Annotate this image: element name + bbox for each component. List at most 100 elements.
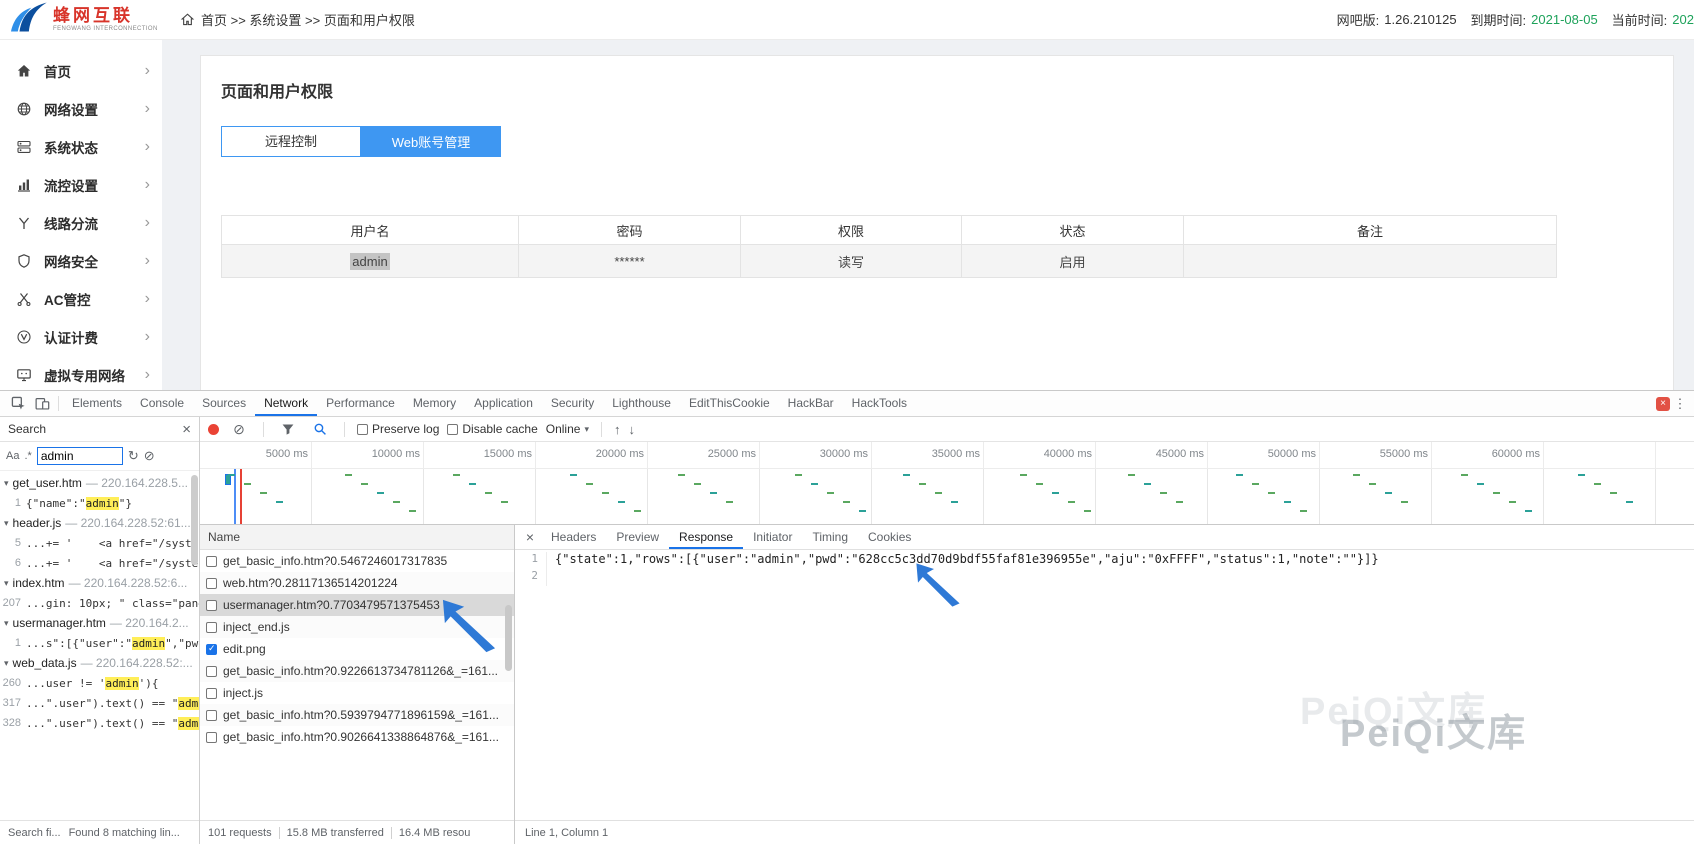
home-icon[interactable]: [180, 12, 195, 27]
sidebar-item-system-status[interactable]: 系统状态›: [0, 128, 162, 166]
response-tab-preview[interactable]: Preview: [606, 525, 669, 549]
search-result-file[interactable]: ▾web_data.js— 220.164.228.52:...: [0, 653, 199, 673]
search-match-line[interactable]: 260...user != 'admin'){: [0, 673, 199, 693]
response-tab-timing[interactable]: Timing: [802, 525, 858, 549]
export-har-icon[interactable]: ↓: [628, 422, 635, 437]
response-tab-initiator[interactable]: Initiator: [743, 525, 802, 549]
logo[interactable]: 蜂网互联 FENGWANG INTERCONNECTION: [0, 0, 168, 39]
response-tab-cookies[interactable]: Cookies: [858, 525, 921, 549]
filter-icon[interactable]: [276, 422, 300, 436]
response-body[interactable]: 1{"state":1,"rows":[{"user":"admin","pwd…: [515, 550, 1694, 820]
search-match-line[interactable]: 317...".user").text() == "admin...: [0, 693, 199, 713]
request-row[interactable]: inject.js: [200, 682, 514, 704]
globe-icon: [16, 101, 34, 118]
inspect-icon[interactable]: [6, 396, 30, 411]
device-toolbar-icon[interactable]: [30, 396, 54, 411]
sidebar-item-auth-billing[interactable]: 认证计费›: [0, 318, 162, 356]
request-row[interactable]: get_basic_info.htm?0.5939794771896159&_=…: [200, 704, 514, 726]
sidebar-item-network-security[interactable]: 网络安全›: [0, 242, 162, 280]
expander-icon: ▾: [4, 518, 9, 529]
request-tick: [1128, 474, 1135, 476]
request-tick: [1369, 483, 1376, 485]
error-badge[interactable]: ×: [1656, 397, 1670, 411]
tab-remote-control[interactable]: 远程控制: [221, 126, 361, 157]
devtools-tab-security[interactable]: Security: [542, 391, 603, 416]
devtools-tab-memory[interactable]: Memory: [404, 391, 465, 416]
search-result-file[interactable]: ▾usermanager.htm— 220.164.2...: [0, 613, 199, 633]
clear-search-icon[interactable]: ⊘: [144, 448, 155, 464]
match-case-toggle[interactable]: Aa: [6, 450, 19, 462]
request-row[interactable]: get_basic_info.htm?0.5467246017317835: [200, 550, 514, 572]
split-icon: [16, 215, 34, 232]
request-checkbox[interactable]: [206, 600, 217, 611]
record-button[interactable]: [208, 424, 219, 435]
regex-toggle[interactable]: .*: [24, 450, 31, 462]
devtools-tab-performance[interactable]: Performance: [317, 391, 404, 416]
devtools-tab-network[interactable]: Network: [255, 391, 317, 416]
devtools-tab-hacktools[interactable]: HackTools: [843, 391, 916, 416]
response-tab-headers[interactable]: Headers: [541, 525, 606, 549]
throttling-select[interactable]: Online ▾: [546, 422, 589, 436]
close-icon[interactable]: ×: [519, 529, 541, 545]
search-match-line[interactable]: 5...+= ' <a href="/syste...: [0, 533, 199, 553]
scrollbar[interactable]: [505, 605, 512, 671]
request-row[interactable]: web.htm?0.28117136514201224: [200, 572, 514, 594]
sidebar-item-ac-control[interactable]: AC管控›: [0, 280, 162, 318]
network-panel: ⊘ Preserve log Disable ca: [200, 417, 1694, 844]
table-row[interactable]: admin******读写启用: [222, 245, 1557, 278]
request-checkbox[interactable]: [206, 732, 217, 743]
clear-network-log-icon[interactable]: ⊘: [227, 421, 251, 438]
checkbox-icon: [357, 424, 368, 435]
devtools-menu-icon[interactable]: ⋮: [1670, 396, 1690, 412]
request-checkbox[interactable]: [206, 688, 217, 699]
preserve-log-checkbox[interactable]: Preserve log: [357, 422, 439, 436]
devtools-tab-lighthouse[interactable]: Lighthouse: [603, 391, 680, 416]
devtools-tab-console[interactable]: Console: [131, 391, 193, 416]
search-match-line[interactable]: 6...+= ' <a href="/syste...: [0, 553, 199, 573]
devtools-tab-application[interactable]: Application: [465, 391, 542, 416]
sidebar-item-network-settings[interactable]: 网络设置›: [0, 90, 162, 128]
search-result-file[interactable]: ▾header.js— 220.164.228.52:61...: [0, 513, 199, 533]
request-row[interactable]: get_basic_info.htm?0.9026641338864876&_=…: [200, 726, 514, 748]
response-tab-response[interactable]: Response: [669, 525, 743, 549]
devtools-tab-sources[interactable]: Sources: [193, 391, 255, 416]
request-checkbox[interactable]: [206, 578, 217, 589]
devtools-tab-hackbar[interactable]: HackBar: [779, 391, 843, 416]
user-table: 用户名密码权限状态备注 admin******读写启用: [221, 215, 1557, 278]
request-row[interactable]: get_basic_info.htm?0.9226613734781126&_=…: [200, 660, 514, 682]
disable-cache-checkbox[interactable]: Disable cache: [447, 422, 537, 436]
search-result-file[interactable]: ▾get_user.htm— 220.164.228.5...: [0, 473, 199, 493]
devtools-tab-elements[interactable]: Elements: [63, 391, 131, 416]
scrollbar[interactable]: [191, 475, 198, 565]
search-match-line[interactable]: 1...s":[{"user":"admin","pwd":"...: [0, 633, 199, 653]
table-cell: [1184, 245, 1557, 278]
search-input[interactable]: [37, 447, 123, 465]
close-icon[interactable]: ×: [182, 421, 191, 438]
import-har-icon[interactable]: ↑: [614, 422, 621, 437]
line-number: 207: [0, 597, 26, 609]
network-summary: 101 requests15.8 MB transferred16.4 MB r…: [200, 820, 514, 844]
sidebar-item-line-routing[interactable]: 线路分流›: [0, 204, 162, 242]
sidebar-item-flow-control[interactable]: 流控设置›: [0, 166, 162, 204]
request-checkbox[interactable]: [206, 666, 217, 677]
search-match-line[interactable]: 1{"name":"admin"}: [0, 493, 199, 513]
timeline-label: 50000 ms: [1254, 448, 1316, 460]
refresh-icon[interactable]: ↻: [128, 448, 139, 464]
search-result-file[interactable]: ▾index.htm— 220.164.228.52:6...: [0, 573, 199, 593]
devtools-tab-editthiscookie[interactable]: EditThisCookie: [680, 391, 779, 416]
chevron-right-icon: ›: [145, 139, 150, 155]
search-match-line[interactable]: 207...gin: 10px; " class="pane...: [0, 593, 199, 613]
tab-web-account[interactable]: Web账号管理: [361, 126, 501, 157]
search-icon[interactable]: [308, 422, 332, 436]
request-checkbox[interactable]: [206, 556, 217, 567]
request-checkbox[interactable]: [206, 710, 217, 721]
sidebar-item-vpn[interactable]: 虚拟专用网络›: [0, 356, 162, 390]
search-match-line[interactable]: 328...".user").text() == "admin...: [0, 713, 199, 733]
name-column-header[interactable]: Name: [200, 525, 514, 550]
request-checkbox[interactable]: [206, 644, 217, 655]
request-checkbox[interactable]: [206, 622, 217, 633]
sidebar-item-home[interactable]: 首页›: [0, 52, 162, 90]
table-cell: admin: [222, 245, 519, 278]
network-overview[interactable]: [200, 469, 1694, 525]
timeline-label: 35000 ms: [918, 448, 980, 460]
